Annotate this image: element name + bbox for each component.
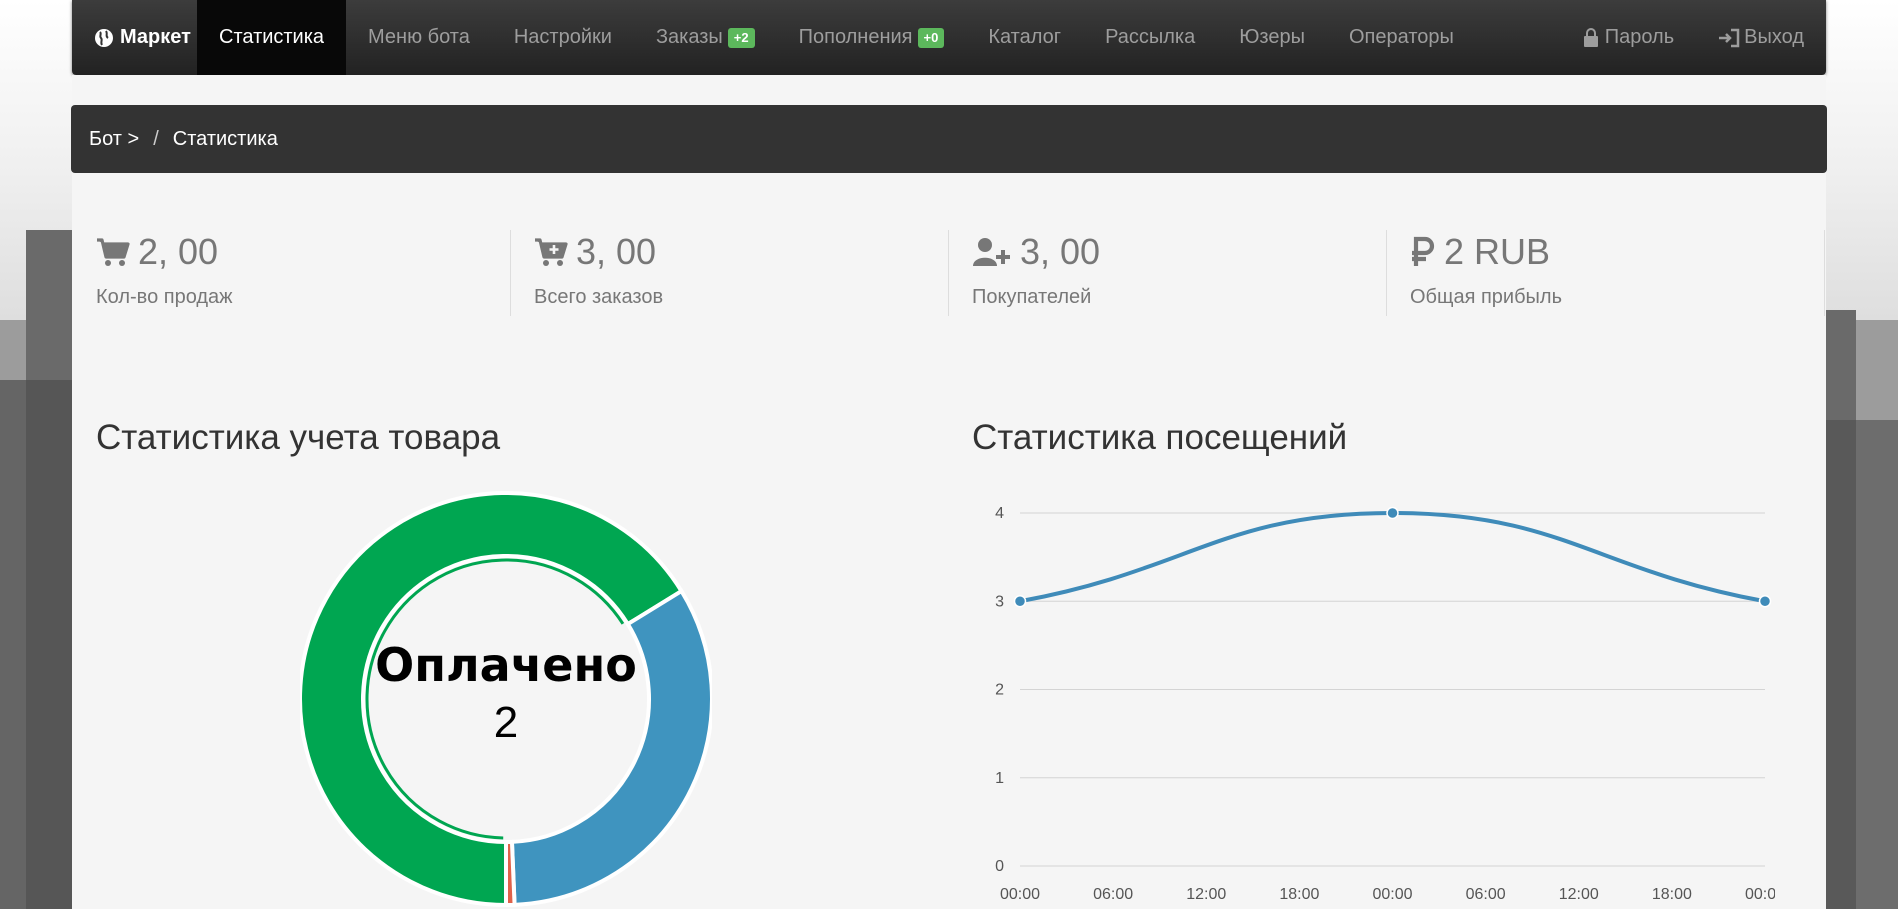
donut-slice[interactable]	[504, 839, 517, 908]
donut-chart-title: Статистика учета товара	[96, 418, 501, 457]
ruble-icon	[1412, 236, 1435, 266]
stat-value: 2, 00	[138, 231, 219, 272]
y-tick-label: 4	[995, 505, 1004, 522]
nav-item-label: Пополнения	[798, 26, 913, 48]
nav-right: Пароль Выход	[1561, 0, 1826, 75]
y-tick-label: 3	[995, 593, 1004, 610]
nav-item-users[interactable]: Юзеры	[1217, 0, 1327, 75]
stat-value: 2 RUB	[1444, 231, 1551, 272]
x-tick-label: 00:00	[1000, 886, 1040, 903]
nav-item-statistics[interactable]: Статистика	[197, 0, 347, 75]
logout-label: Выход	[1744, 26, 1804, 48]
nav-item-orders[interactable]: Заказы +2	[634, 0, 777, 75]
nav-item-label: Статистика	[219, 26, 325, 48]
nav-item-settings[interactable]: Настройки	[492, 0, 634, 75]
top-navbar: Маркет Статистика Меню бота Настройки За…	[72, 0, 1826, 75]
logout-link[interactable]: Выход	[1696, 0, 1826, 75]
nav-item-label: Рассылка	[1105, 26, 1196, 48]
breadcrumb-current: Статистика	[172, 127, 278, 150]
donut-center-value: 2	[493, 698, 519, 747]
stat-label: Кол-во продаж	[96, 286, 233, 308]
nav-item-label: Настройки	[513, 26, 612, 48]
x-tick-label: 00:00	[1372, 886, 1412, 903]
donut-center: Оплачено 2	[300, 638, 712, 748]
x-tick-label: 18:00	[1279, 886, 1319, 903]
password-label: Пароль	[1604, 26, 1675, 48]
cart-plus-icon	[535, 238, 568, 266]
x-tick-label: 12:00	[1186, 886, 1226, 903]
stat-value: 3, 00	[1020, 231, 1101, 272]
x-tick-label: 12:00	[1559, 886, 1599, 903]
cart-icon	[97, 238, 130, 266]
x-tick-label: 06:00	[1466, 886, 1506, 903]
data-point[interactable]	[1758, 595, 1772, 608]
x-tick-label: 06:00	[1093, 886, 1133, 903]
y-tick-label: 2	[995, 682, 1004, 699]
nav-item-operators[interactable]: Операторы	[1327, 0, 1476, 75]
nav-item-topups[interactable]: Пополнения +0	[777, 0, 967, 75]
nav-item-label: Меню бота	[368, 26, 470, 48]
y-tick-label: 0	[995, 858, 1004, 875]
nav-item-mailing[interactable]: Рассылка	[1083, 0, 1217, 75]
line-chart: 0 1 2 3 4 00:00 06:00 12:00 18:00 00:00 06:00 12:00…	[975, 490, 1785, 909]
data-point[interactable]	[1013, 595, 1027, 608]
y-tick-label: 1	[995, 770, 1004, 787]
stat-value: 3, 00	[576, 231, 657, 272]
stat-sales: 2, 00 Кол-во продаж	[72, 230, 511, 316]
user-plus-icon	[973, 238, 1010, 266]
topups-badge: +0	[917, 27, 945, 48]
nav-item-label: Заказы	[655, 26, 723, 48]
line-chart-svg: 0 1 2 3 4 00:00 06:00 12:00 18:00 00:00 06:00 12:00…	[995, 505, 1785, 903]
stat-buyers: 3, 00 Покупателей	[948, 230, 1387, 316]
nav-items: Статистика Меню бота Настройки Заказы +2 …	[197, 0, 1476, 75]
stat-label: Общая прибыль	[1410, 286, 1563, 308]
globe-icon	[95, 28, 113, 47]
breadcrumb: Бот > / Статистика	[71, 105, 1827, 173]
breadcrumb-separator: /	[153, 127, 159, 150]
x-tick-label: 00:00	[1745, 886, 1775, 903]
donut-center-label: Оплачено	[375, 638, 637, 692]
orders-badge: +2	[727, 27, 755, 48]
line-chart-title: Статистика посещений	[972, 418, 1348, 457]
lock-icon	[1583, 27, 1598, 47]
stat-label: Всего заказов	[534, 286, 664, 308]
stat-label: Покупателей	[972, 286, 1092, 308]
nav-item-label: Каталог	[988, 26, 1062, 48]
nav-item-bot-menu[interactable]: Меню бота	[346, 0, 492, 75]
data-point[interactable]	[1386, 506, 1399, 520]
nav-item-catalog[interactable]: Каталог	[966, 0, 1083, 75]
stat-profit: 2 RUB Общая прибыль	[1386, 230, 1825, 316]
nav-item-label: Операторы	[1349, 26, 1454, 48]
breadcrumb-root[interactable]: Бот >	[89, 128, 139, 151]
donut-chart: Оплачено 2	[298, 488, 714, 909]
nav-item-label: Юзеры	[1239, 26, 1305, 48]
stat-orders: 3, 00 Всего заказов	[510, 230, 949, 316]
sign-in-icon	[1719, 28, 1740, 47]
brand-link[interactable]: Маркет	[94, 0, 191, 75]
brand-label: Маркет	[120, 26, 191, 48]
x-tick-label: 18:00	[1652, 886, 1692, 903]
password-link[interactable]: Пароль	[1561, 0, 1696, 75]
visits-line	[1019, 510, 1766, 604]
